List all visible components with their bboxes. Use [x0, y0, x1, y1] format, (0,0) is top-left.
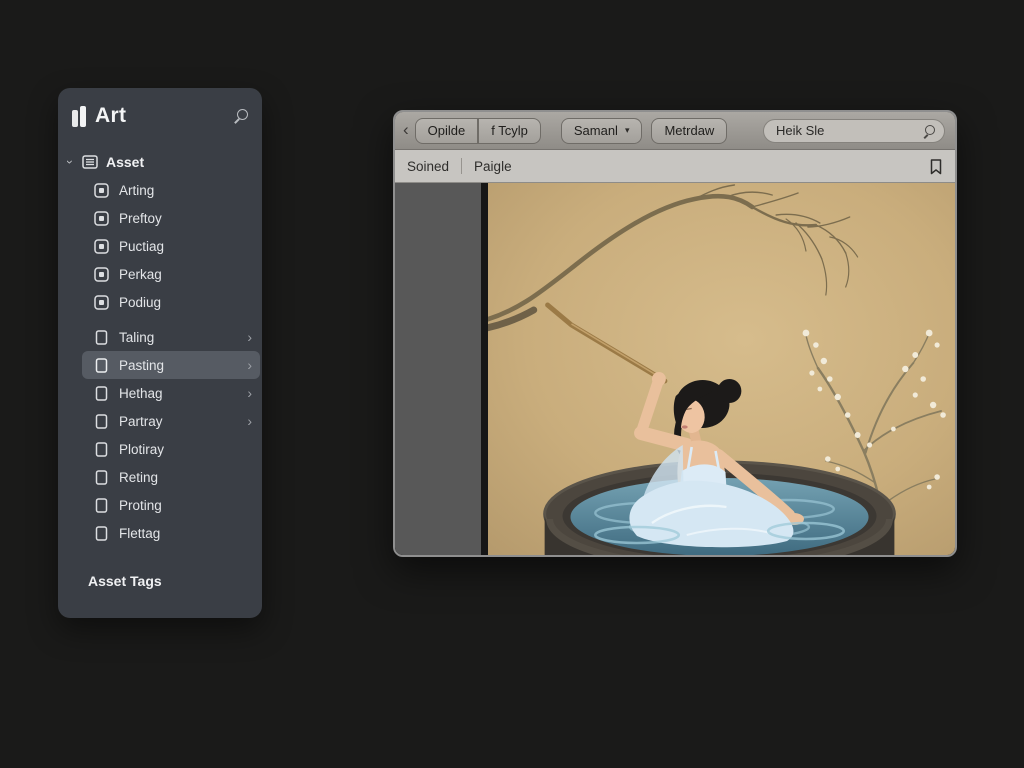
sidebar-item-podiug[interactable]: Podiug	[82, 288, 260, 316]
sidebar-item-plotiray[interactable]: Plotiray	[82, 435, 260, 463]
sidebar-item-hethag[interactable]: Hethag ›	[82, 379, 260, 407]
sidebar-header: Art	[58, 88, 262, 144]
asset-thumb-icon	[94, 211, 109, 226]
file-icon	[94, 526, 109, 541]
item-label: Partray	[119, 414, 241, 429]
artwork-image	[488, 183, 955, 555]
item-label: Pasting	[119, 358, 241, 373]
sidebar-item-arting[interactable]: Arting	[82, 176, 260, 204]
opilde-button[interactable]: Opilde	[415, 118, 479, 144]
sidebar-item-taling[interactable]: Taling ›	[82, 323, 260, 351]
sidebar-tree: › Asset Arting Preftoy Puctiag Perkag	[58, 144, 262, 589]
file-icon	[94, 498, 109, 513]
caret-down-icon: ▾	[625, 125, 630, 136]
back-icon[interactable]: ‹	[401, 121, 415, 140]
sidebar-item-flettag[interactable]: Flettag	[82, 519, 260, 547]
dropdown-label: Samanl	[574, 123, 618, 138]
chevron-down-icon: ›	[63, 156, 77, 168]
content-gutter	[395, 183, 481, 555]
sidebar-item-partray[interactable]: Partray ›	[82, 407, 260, 435]
samanl-dropdown[interactable]: Samanl ▾	[561, 118, 643, 144]
item-label: Reting	[119, 470, 252, 485]
metrdaw-button[interactable]: Metrdaw	[651, 118, 727, 144]
window-toolbar: ‹ Opilde f Tcylp Samanl ▾ Metrdaw	[395, 112, 955, 150]
search-icon	[925, 125, 935, 135]
path-bar: Soined Paigle	[395, 150, 955, 183]
chevron-right-icon: ›	[247, 329, 252, 345]
bookmark-icon[interactable]	[929, 158, 943, 175]
tree-root-label: Asset	[106, 154, 144, 170]
item-label: Hethag	[119, 386, 241, 401]
sidebar-item-pasting[interactable]: Pasting ›	[82, 351, 260, 379]
file-icon	[94, 442, 109, 457]
artwork-illustration	[488, 183, 955, 555]
path-item-soined[interactable]: Soined	[407, 159, 449, 174]
tree-root-asset[interactable]: › Asset	[58, 148, 262, 176]
sidebar-panel: Art › Asset Arting Preftoy Puctiag	[58, 88, 262, 618]
item-label: Flettag	[119, 526, 252, 541]
asset-tags-heading: Asset Tags	[58, 547, 262, 589]
item-label: Podiug	[119, 295, 252, 310]
chevron-right-icon: ›	[247, 357, 252, 373]
path-item-paigle[interactable]: Paigle	[474, 159, 512, 174]
search-icon[interactable]	[233, 109, 248, 124]
divider	[461, 158, 462, 174]
list-icon	[82, 155, 98, 169]
file-icon	[94, 470, 109, 485]
chevron-right-icon: ›	[247, 385, 252, 401]
sidebar-title: Art	[95, 104, 233, 128]
sidebar-item-reting[interactable]: Reting	[82, 463, 260, 491]
segmented-control: Opilde f Tcylp	[415, 118, 541, 144]
sidebar-item-proting[interactable]: Proting	[82, 491, 260, 519]
file-icon	[94, 414, 109, 429]
chevron-right-icon: ›	[247, 413, 252, 429]
viewer-window: ‹ Opilde f Tcylp Samanl ▾ Metrdaw Soined…	[393, 110, 957, 557]
asset-thumb-icon	[94, 183, 109, 198]
file-icon	[94, 358, 109, 373]
sidebar-item-preftoy[interactable]: Preftoy	[82, 204, 260, 232]
asset-thumb-icon	[94, 267, 109, 282]
item-label: Puctiag	[119, 239, 252, 254]
tcylp-button[interactable]: f Tcylp	[478, 118, 541, 144]
item-label: Proting	[119, 498, 252, 513]
item-label: Plotiray	[119, 442, 252, 457]
search-input[interactable]	[763, 119, 945, 143]
item-label: Preftoy	[119, 211, 252, 226]
file-icon	[94, 330, 109, 345]
item-label: Perkag	[119, 267, 252, 282]
sidebar-item-puctiag[interactable]: Puctiag	[82, 232, 260, 260]
asset-thumb-icon	[94, 239, 109, 254]
sidebar-item-perkag[interactable]: Perkag	[82, 260, 260, 288]
asset-thumb-icon	[94, 295, 109, 310]
item-label: Taling	[119, 330, 241, 345]
file-icon	[94, 386, 109, 401]
library-icon	[72, 106, 86, 127]
item-label: Arting	[119, 183, 252, 198]
window-search	[763, 119, 945, 143]
window-content	[395, 183, 955, 555]
